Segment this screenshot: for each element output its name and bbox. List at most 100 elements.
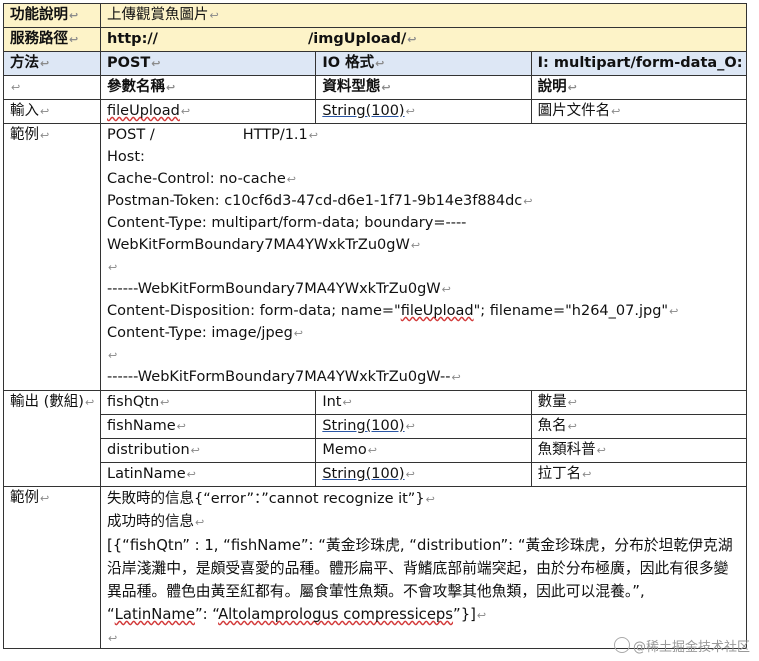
paragraph-mark-icon: ↩ — [176, 420, 186, 433]
output-type: String(100) — [322, 466, 405, 482]
content-disposition-field: fileUpload — [400, 303, 474, 319]
example2-row: 範例↩ 失敗時的信息{“error”：”cannot recognize it”… — [3, 486, 747, 649]
output-name-cell: LatinName↩ — [99, 462, 317, 487]
paragraph-mark-icon: ↩ — [567, 396, 577, 409]
success-json-separator: ”: “ — [194, 606, 219, 623]
output-label-cell: 輸出 (數組)↩ — [3, 390, 101, 487]
success-json-latin-key: LatinName — [114, 606, 195, 623]
input-row: 輸入↩ fileUpload↩ String(100)↩ 圖片文件名↩ — [3, 99, 748, 124]
path-suffix: /imgUpload/ — [307, 31, 407, 47]
paragraph-mark-icon: ↩ — [11, 81, 21, 94]
path-label: 服務路徑 — [10, 31, 68, 47]
paragraph-mark-icon: ↩ — [286, 173, 296, 186]
function-value-cell: 上傳觀賞魚圖片↩ — [100, 3, 747, 28]
paragraph-mark-icon: ↩ — [367, 444, 377, 457]
example2-label-cell: 範例↩ — [3, 486, 101, 649]
paragraph-mark-icon: ↩ — [209, 9, 219, 22]
paragraph-mark-icon: ↩ — [108, 349, 118, 362]
fail-message-line: 失敗時的信息{“error”：”cannot recognize it”}↩ — [107, 488, 740, 511]
paragraph-mark-icon: ↩ — [151, 57, 161, 70]
output-type: String(100) — [322, 418, 405, 434]
paragraph-mark-icon: ↩ — [567, 81, 577, 94]
content-disposition-filename: "; filename="h264_07.jpg" — [473, 303, 669, 319]
method-value-cell: POST↩ — [99, 51, 317, 76]
input-type-cell: String(100)↩ — [315, 99, 532, 124]
output-name: LatinName — [107, 466, 186, 482]
paragraph-mark-icon: ↩ — [451, 371, 461, 384]
paragraph-mark-icon: ↩ — [596, 444, 606, 457]
param-name-header: 參數名稱 — [107, 79, 165, 95]
boundary-text: WebKitFormBoundary7MA4YWxkTrZu0gW — [107, 237, 410, 253]
output-type-cell: String(100)↩ — [315, 414, 532, 439]
paragraph-mark-icon: ↩ — [180, 105, 191, 118]
path-prefix: http:// — [107, 31, 158, 47]
output-desc: 拉丁名 — [537, 466, 582, 482]
output-desc-cell: 數量↩ — [530, 390, 748, 415]
paragraph-mark-icon: ↩ — [69, 33, 79, 46]
method-label: 方法 — [10, 55, 39, 71]
paragraph-mark-icon: ↩ — [308, 129, 318, 142]
output-type: Int — [322, 394, 342, 410]
success-json-end: ”}] — [453, 606, 476, 623]
blank-line: ↩ — [107, 345, 740, 367]
function-label: 功能說明 — [10, 7, 68, 23]
paragraph-mark-icon: ↩ — [108, 632, 118, 645]
watermark: @稀土掘金技术社区 — [613, 636, 750, 655]
boundary-start-text: ------WebKitFormBoundary7MA4YWxkTrZu0gW — [107, 281, 441, 297]
output-desc-cell: 魚名↩ — [530, 414, 748, 439]
desc-header: 說明 — [537, 79, 567, 95]
example2-content-cell: 失敗時的信息{“error”：”cannot recognize it”}↩ 成… — [100, 486, 747, 649]
output-name-cell: distribution↩ — [99, 438, 317, 463]
output-desc: 魚類科普 — [537, 442, 596, 458]
postman-token-text: Postman-Token: c10cf6d3-47cd-d6e1-1f71-9… — [107, 193, 523, 209]
function-value: 上傳觀賞魚圖片 — [107, 7, 209, 23]
success-json-block: [{“fishQtn” : 1, “fishName”: “黃金珍珠虎, “di… — [107, 534, 740, 627]
image-type-text: Content-Type: image/jpeg — [107, 325, 293, 341]
success-label-line: 成功時的信息↩ — [107, 511, 740, 534]
paragraph-mark-icon: ↩ — [611, 105, 621, 118]
paragraph-mark-icon: ↩ — [567, 420, 577, 433]
paragraph-mark-icon: ↩ — [108, 261, 118, 274]
output-desc: 魚名 — [537, 418, 567, 434]
paragraph-mark-icon: ↩ — [160, 396, 170, 409]
output-name: distribution — [107, 442, 190, 458]
output-desc: 數量 — [537, 394, 567, 410]
io-label: IO 格式 — [322, 55, 375, 71]
path-row: 服務路徑↩ http:// /imgUpload/ ↩ — [3, 27, 747, 52]
boundary-end-line: ------WebKitFormBoundary7MA4YWxkTrZu0gW-… — [107, 367, 740, 389]
path-label-cell: 服務路徑↩ — [3, 27, 101, 52]
paragraph-mark-icon: ↩ — [582, 468, 592, 481]
desc-header-cell: 說明↩ — [530, 75, 748, 100]
cache-control-line: Cache-Control: no-cache↩ — [107, 169, 740, 191]
paragraph-mark-icon: ↩ — [195, 516, 205, 529]
output-type: Memo — [322, 442, 367, 458]
output-desc-cell: 魚類科普↩ — [530, 438, 748, 463]
io-value: I: multipart/form-data_O: JSON — [537, 55, 746, 71]
watermark-logo-icon — [613, 637, 630, 653]
output-type-cell: Memo↩ — [315, 438, 532, 463]
paragraph-mark-icon: ↩ — [166, 81, 176, 94]
output-type-cell: String(100)↩ — [315, 462, 532, 487]
host-text: Host: — [107, 149, 145, 165]
input-label: 輸入 — [10, 103, 39, 119]
boundary-start-line: ------WebKitFormBoundary7MA4YWxkTrZu0gW↩ — [107, 279, 740, 301]
output-row-2: fishName↩ String(100)↩ 魚名↩ — [4, 414, 748, 439]
io-value-cell: I: multipart/form-data_O: JSON↩ — [530, 51, 748, 76]
data-type-header: 資料型態 — [322, 79, 381, 95]
input-param: fileUpload — [107, 103, 180, 119]
output-name: fishName — [107, 418, 176, 434]
output-type-cell: Int↩ — [315, 390, 532, 415]
param-name-header-cell: 參數名稱↩ — [99, 75, 317, 100]
output-row-1: 輸出 (數組)↩ fishQtn↩ Int↩ 數量↩ — [3, 390, 748, 487]
example1-label: 範例 — [10, 127, 39, 143]
image-type-line: Content-Type: image/jpeg↩ — [107, 323, 740, 345]
empty-header-cell: ↩ — [3, 75, 101, 100]
boundary-line: WebKitFormBoundary7MA4YWxkTrZu0gW↩ — [107, 235, 740, 257]
paragraph-mark-icon: ↩ — [40, 105, 50, 118]
paragraph-mark-icon: ↩ — [405, 105, 415, 118]
host-line: Host: — [107, 147, 740, 169]
output-name: fishQtn — [107, 394, 160, 410]
method-label-cell: 方法↩ — [3, 51, 101, 76]
paragraph-mark-icon: ↩ — [381, 81, 391, 94]
output-name-cell: fishName↩ — [99, 414, 317, 439]
